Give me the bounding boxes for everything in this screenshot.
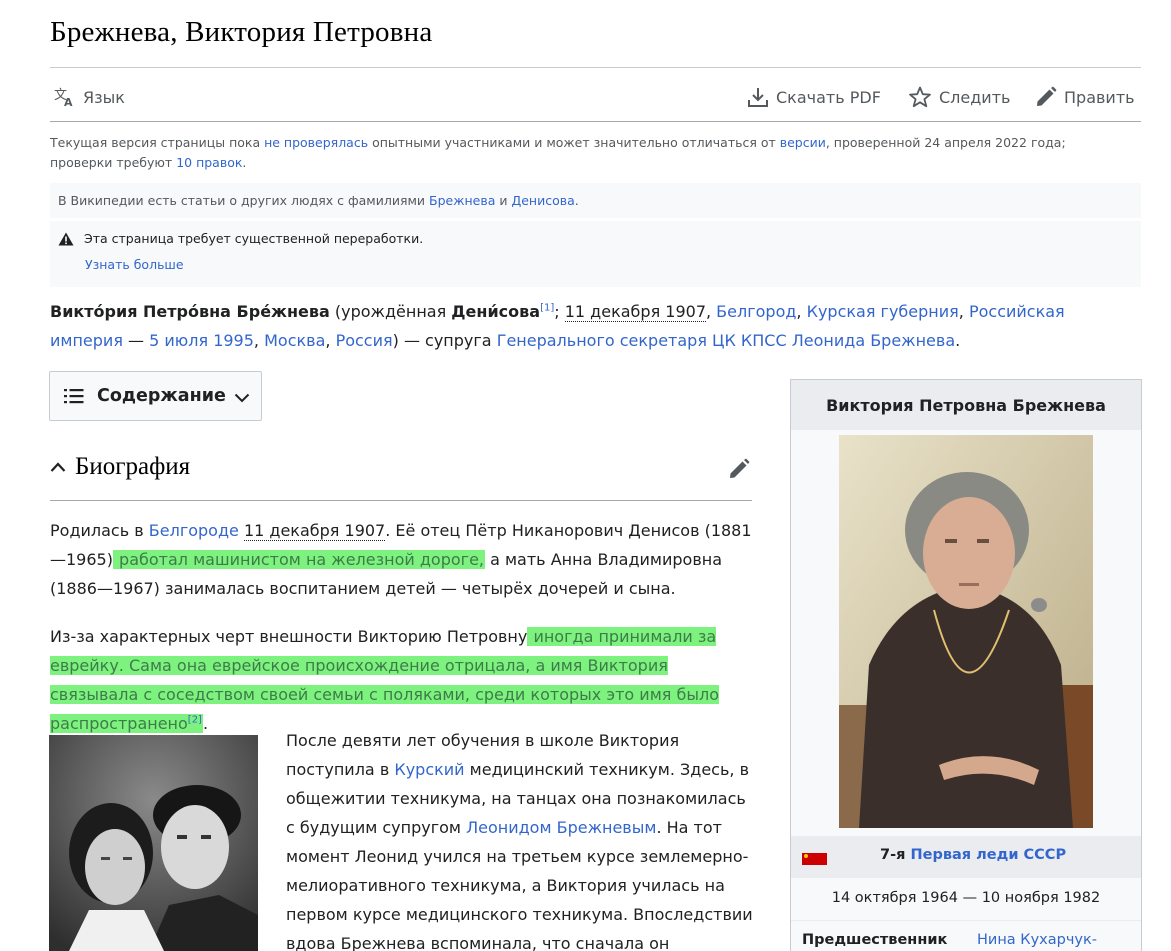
hatnote: В Википедии есть статьи о других людях с… xyxy=(58,191,579,211)
notice-box: В Википедии есть статьи о других людях с… xyxy=(50,183,1141,287)
paragraph-text: Родилась в xyxy=(50,521,149,540)
infobox: Виктория Петровна Брежнева 7-я Первая ле… xyxy=(790,379,1142,951)
section-divider xyxy=(50,500,752,501)
not-checked-link[interactable]: не проверялась xyxy=(264,135,368,150)
couple-photo[interactable] xyxy=(49,735,258,951)
lead-paragraph: Викто́рия Петро́вна Бре́жнева (урождённа… xyxy=(50,297,1130,355)
biography-paragraph-3: После девяти лет обучения в школе Виктор… xyxy=(286,726,756,951)
leonid-brezhnev-link[interactable]: Леонидом Брежневым xyxy=(466,818,656,837)
portrait-photo[interactable] xyxy=(839,435,1093,828)
predecessor-link[interactable]: Нина Кухарчук- xyxy=(977,932,1097,948)
moscow-link[interactable]: Москва xyxy=(264,331,325,350)
subject-name: Викто́рия Петро́вна Бре́жнева xyxy=(50,302,330,321)
page-toolbar: 文 A Язык Скачать PDF Следить Править xyxy=(50,74,1141,120)
paragraph-text: Из-за характерных черт внешности Виктори… xyxy=(50,627,528,646)
predecessor-label: Предшественник xyxy=(802,932,948,948)
couple-photo-image xyxy=(49,735,258,951)
page-title: Брежнева, Виктория Петровна xyxy=(50,16,433,48)
chevron-up-icon[interactable] xyxy=(50,461,66,473)
download-icon xyxy=(748,88,768,107)
lead-text: , xyxy=(253,331,265,350)
ussr-flag-icon xyxy=(802,853,827,865)
reference-1[interactable]: [1] xyxy=(540,303,554,314)
kursk-link[interactable]: Курский xyxy=(394,760,464,779)
toolbar-divider xyxy=(50,121,1141,122)
kursk-governorate-link[interactable]: Курская губерния xyxy=(807,302,959,321)
belgorod-link[interactable]: Белгород xyxy=(716,302,796,321)
star-icon xyxy=(909,86,931,108)
lead-text: (урождённая xyxy=(329,302,452,321)
section-heading-biography: Биография xyxy=(50,451,752,501)
translate-icon: 文 A xyxy=(54,88,73,107)
learn-more-link[interactable]: Узнать больше xyxy=(85,257,184,272)
warning-icon xyxy=(58,232,74,245)
paragraph-text: . xyxy=(202,714,209,733)
paragraph-text: . На тот момент Леонид учился на третьем… xyxy=(286,818,753,951)
flagged-text: . xyxy=(242,155,247,170)
lead-text: , xyxy=(796,302,807,321)
lead-text: , xyxy=(958,302,969,321)
biography-paragraph-1: Родилась в Белгороде 11 декабря 1907. Её… xyxy=(50,516,752,603)
hatnote-text: В Википедии есть статьи о других людях с… xyxy=(58,193,430,208)
hatnote-text: . xyxy=(574,193,579,208)
lead-text: , xyxy=(706,302,717,321)
office-title: 7-я Первая леди СССР xyxy=(880,847,1066,863)
flagged-revisions-notice: Текущая версия страницы пока не проверял… xyxy=(50,133,1130,173)
lead-text: ) — супруга xyxy=(392,331,497,350)
rework-warning: Эта страница требует существенной перера… xyxy=(58,231,423,246)
watch-button[interactable]: Следить xyxy=(908,74,1010,120)
language-label: Язык xyxy=(83,87,125,107)
section-title: Биография xyxy=(75,453,191,480)
warning-text: Эта страница требует существенной перера… xyxy=(84,231,424,246)
list-icon xyxy=(64,389,84,404)
contents-toggle-button[interactable]: Содержание xyxy=(49,371,262,421)
contents-label: Содержание xyxy=(97,386,226,406)
language-button[interactable]: 文 A Язык xyxy=(54,74,125,120)
maiden-name: Дени́сова xyxy=(451,302,541,321)
biography-paragraph-2: Из-за характерных черт внешности Виктори… xyxy=(50,622,752,738)
lead-text: , xyxy=(325,331,336,350)
birth-date: 11 декабря 1907 xyxy=(243,521,386,541)
denisova-link[interactable]: Денисова xyxy=(511,193,574,208)
russia-link[interactable]: Россия xyxy=(336,331,393,350)
flagged-text: опытными участниками и может значительно… xyxy=(368,135,780,150)
death-date-link[interactable]: 5 июля 1995 xyxy=(149,331,254,350)
version-link[interactable]: версии xyxy=(780,135,826,150)
pending-edits-link[interactable]: 10 правок xyxy=(176,155,242,170)
belgorod-link[interactable]: Белгороде xyxy=(149,521,239,540)
birth-date: 11 декабря 1907 xyxy=(564,302,706,322)
infobox-office-row: 7-я Первая леди СССР xyxy=(791,836,1141,878)
watch-label: Следить xyxy=(939,87,1011,107)
infobox-caption: Виктория Петровна Брежнева xyxy=(791,380,1141,430)
download-pdf-label: Скачать PDF xyxy=(776,87,881,107)
edit-button[interactable]: Править xyxy=(1035,74,1135,120)
flagged-text: Текущая версия страницы пока xyxy=(50,135,265,150)
title-divider xyxy=(50,67,1141,68)
reference-2[interactable]: [2] xyxy=(188,715,202,726)
first-lady-link[interactable]: Первая леди СССР xyxy=(910,847,1066,863)
office-number: 7-я xyxy=(880,847,906,863)
chevron-down-icon xyxy=(234,393,250,403)
svg-text:A: A xyxy=(64,96,73,107)
download-pdf-button[interactable]: Скачать PDF xyxy=(747,74,881,120)
portrait-image xyxy=(839,435,1093,828)
notice-separator xyxy=(50,218,1141,221)
spouse-link[interactable]: Генерального секретаря ЦК КПСС Леонида Б… xyxy=(497,331,955,350)
office-term: 14 октября 1964 — 10 ноября 1982 xyxy=(831,890,1101,906)
lead-text: ; xyxy=(554,302,565,321)
hatnote-text: и xyxy=(495,193,512,208)
infobox-divider xyxy=(791,920,1141,921)
pencil-icon xyxy=(1037,86,1057,106)
edit-label: Править xyxy=(1064,87,1135,107)
brezhneva-link[interactable]: Брежнева xyxy=(429,193,495,208)
edit-section-icon[interactable] xyxy=(728,458,750,480)
lead-text: — xyxy=(122,331,150,350)
lead-text: . xyxy=(955,331,961,350)
highlighted-text: работал машинистом на железной дороге, xyxy=(112,550,485,569)
